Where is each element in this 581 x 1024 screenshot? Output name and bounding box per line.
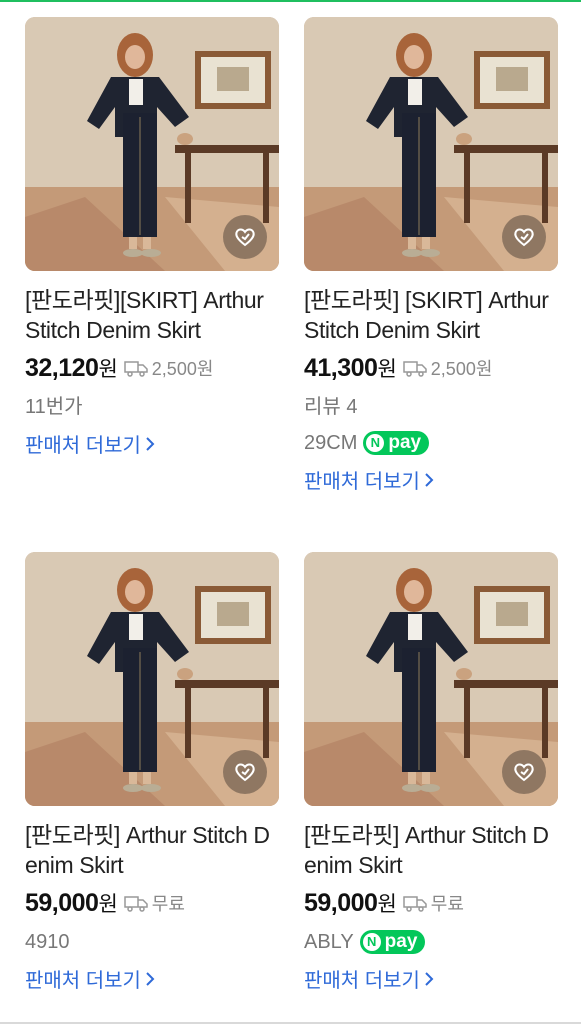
product-image[interactable] (25, 17, 279, 271)
currency-unit: 원 (377, 358, 397, 381)
wishlist-button[interactable] (223, 215, 267, 259)
heart-outline-icon (235, 763, 255, 782)
seller-name: ABLY (304, 931, 354, 953)
product-image[interactable] (304, 17, 558, 271)
truck-icon (403, 896, 427, 912)
more-sellers-link[interactable]: 판매처 더보기 (304, 964, 558, 993)
shipping-fee-label: 무료 (430, 894, 464, 914)
more-sellers-label: 판매처 더보기 (304, 970, 420, 992)
more-sellers-link[interactable]: 판매처 더보기 (304, 465, 558, 494)
chevron-right-icon (146, 436, 155, 451)
top-accent-line (0, 0, 581, 2)
product-price: 32,120 (25, 353, 99, 382)
chevron-right-icon (425, 971, 434, 986)
npay-label: pay (384, 931, 418, 952)
heart-outline-icon (235, 228, 255, 247)
product-price: 59,000 (304, 888, 378, 917)
npay-badge: N pay (359, 930, 426, 954)
more-sellers-link[interactable]: 판매처 더보기 (25, 964, 279, 993)
chevron-right-icon (146, 971, 155, 986)
shipping-fee: 2,500원 (124, 355, 214, 381)
chevron-right-icon (425, 472, 434, 487)
product-image[interactable] (25, 552, 279, 806)
shipping-fee-label: 2,500원 (430, 359, 493, 379)
truck-icon (124, 896, 148, 912)
product-card-2[interactable]: [판도라핏] [SKIRT] Arthur Stitch Denim Skirt… (304, 17, 558, 494)
seller-name: 11번가 (25, 396, 83, 418)
truck-icon (403, 361, 427, 377)
npay-label: pay (388, 432, 422, 453)
truck-icon (124, 361, 148, 377)
npay-badge: N pay (363, 431, 430, 455)
more-sellers-link[interactable]: 판매처 더보기 (25, 429, 279, 458)
shipping-fee: 2,500원 (403, 355, 493, 381)
product-card-1[interactable]: [판도라핏][SKIRT] Arthur Stitch Denim Skirt … (25, 17, 279, 458)
product-title[interactable]: [판도라핏] Arthur Stitch Denim Skirt (304, 820, 558, 880)
npay-n-icon: N (366, 434, 385, 452)
shipping-fee: 무료 (403, 890, 464, 916)
heart-outline-icon (514, 228, 534, 247)
heart-outline-icon (514, 763, 534, 782)
shipping-fee: 무료 (124, 890, 185, 916)
product-title[interactable]: [판도라핏][SKIRT] Arthur Stitch Denim Skirt (25, 285, 279, 345)
wishlist-button[interactable] (502, 750, 546, 794)
review-count: 리뷰 4 (304, 396, 358, 418)
seller-info: ABLY N pay (304, 928, 558, 956)
shipping-fee-label: 2,500원 (151, 359, 214, 379)
product-title[interactable]: [판도라핏] Arthur Stitch Denim Skirt (25, 820, 279, 880)
currency-unit: 원 (377, 893, 397, 916)
product-card-3[interactable]: [판도라핏] Arthur Stitch Denim Skirt 59,000 … (25, 552, 279, 993)
more-sellers-label: 판매처 더보기 (25, 970, 141, 992)
currency-unit: 원 (98, 893, 118, 916)
wishlist-button[interactable] (223, 750, 267, 794)
seller-name: 29CM (304, 432, 358, 454)
product-image[interactable] (304, 552, 558, 806)
currency-unit: 원 (98, 358, 118, 381)
more-sellers-label: 판매처 더보기 (304, 471, 420, 493)
seller-info: 29CM N pay (304, 429, 558, 457)
wishlist-button[interactable] (502, 215, 546, 259)
shipping-fee-label: 무료 (151, 894, 185, 914)
npay-n-icon: N (362, 933, 381, 951)
product-card-4[interactable]: [판도라핏] Arthur Stitch Denim Skirt 59,000 … (304, 552, 558, 993)
product-price: 59,000 (25, 888, 99, 917)
more-sellers-label: 판매처 더보기 (25, 435, 141, 457)
product-title[interactable]: [판도라핏] [SKIRT] Arthur Stitch Denim Skirt (304, 285, 558, 345)
product-price: 41,300 (304, 353, 378, 382)
seller-name: 4910 (25, 931, 70, 953)
